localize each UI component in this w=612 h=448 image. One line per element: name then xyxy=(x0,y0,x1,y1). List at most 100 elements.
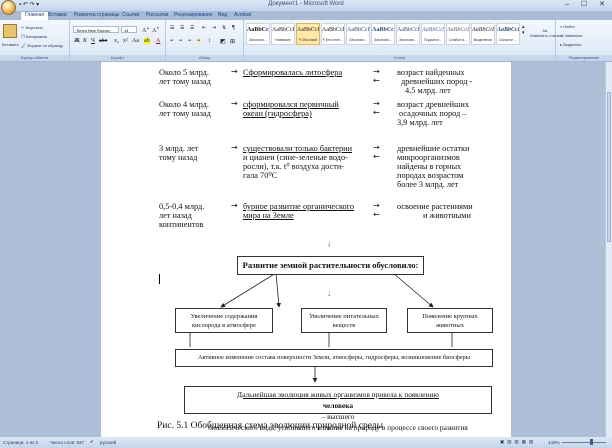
spellcheck-icon[interactable]: ✔ xyxy=(90,439,94,445)
zoom-level[interactable]: 140% xyxy=(548,440,560,445)
paste-icon xyxy=(3,24,17,38)
binoculars-icon: ⌕ xyxy=(560,24,563,29)
font-group-label: Шрифт xyxy=(70,55,165,61)
style-item[interactable]: AaBbCcD Слабое в... xyxy=(446,23,470,45)
office-button[interactable] xyxy=(1,0,16,15)
style-item-selected[interactable]: AaBbCcI ¶ Обычный xyxy=(296,23,320,45)
figure-caption: Рис. 5.1 Обобщенная схема эволюции приро… xyxy=(157,421,384,431)
font-color-icon[interactable]: A xyxy=(156,38,160,44)
bullets-icon[interactable]: ☰ xyxy=(170,25,174,31)
tab-page-layout[interactable]: Разметка страницы xyxy=(74,12,119,18)
view-buttons[interactable]: ▣▤▥▦▧ xyxy=(500,439,536,445)
increase-indent-icon[interactable]: ⇥ xyxy=(212,25,216,31)
vertical-scrollbar[interactable] xyxy=(605,62,612,437)
copy-icon: ❐ xyxy=(21,34,25,39)
status-bar: Страница: 1 из 2 Число слов: 937 ✔ русск… xyxy=(0,437,612,448)
tab-acrobat[interactable]: Acrobat xyxy=(234,12,251,18)
page-count[interactable]: Страница: 1 из 2 xyxy=(3,440,38,445)
tab-home[interactable]: Главная xyxy=(20,11,50,20)
shrink-font-icon[interactable]: A▼ xyxy=(152,26,159,34)
style-item[interactable]: AaBbCcD Выделение xyxy=(471,23,495,45)
change-case-icon[interactable]: Aa xyxy=(132,38,139,44)
title-bar: Документ1 - Microsoft Word ▪ ↶ ↷ ▾ ‒ ☐ ✕ xyxy=(0,0,612,11)
line-spacing-icon[interactable]: ↕ xyxy=(208,38,211,44)
svg-text:↓: ↓ xyxy=(327,289,331,298)
styles-group-label: Стили xyxy=(244,55,555,61)
tab-mailings[interactable]: Рассылки xyxy=(146,12,168,18)
format-painter-button[interactable]: 🖌 Формат по образцу xyxy=(21,43,63,48)
subscript-button[interactable]: x₂ xyxy=(114,38,119,44)
multilevel-list-icon[interactable]: ☰ xyxy=(190,25,194,31)
language-indicator[interactable]: русский xyxy=(100,440,116,445)
effect-box-animals: Появление крупных животных xyxy=(407,308,493,333)
superscript-button[interactable]: x² xyxy=(123,38,128,44)
select-icon: ▸ xyxy=(560,42,563,47)
copy-button[interactable]: ❐ Копировать xyxy=(21,34,47,39)
style-item[interactable]: AaBbCc Заголово... xyxy=(371,23,395,45)
svg-text:↓: ↓ xyxy=(327,239,331,248)
scissors-icon: ✂ xyxy=(21,25,25,30)
brush-icon: 🖌 xyxy=(21,43,27,48)
paste-button[interactable]: Вставить xyxy=(2,42,19,47)
zoom-slider[interactable] xyxy=(562,442,606,443)
align-left-icon[interactable]: ≡ xyxy=(170,38,173,44)
word-count[interactable]: Число слов: 937 xyxy=(50,440,84,445)
style-item[interactable]: AaBbCcI Подзагол... xyxy=(421,23,445,45)
shading-icon[interactable]: ◩ xyxy=(220,38,226,45)
style-item[interactable]: AaBbCcI ¶ Без инте... xyxy=(321,23,345,45)
style-item[interactable]: AaBbCcI Заголово... xyxy=(396,23,420,45)
clipboard-group: Вставить ✂ Вырезать ❐ Копировать 🖌 Форма… xyxy=(0,20,70,61)
ribbon-tabs: Главная Вставка Разметка страницы Ссылки… xyxy=(18,11,612,20)
justify-icon[interactable]: ≡ xyxy=(197,38,201,44)
cut-button[interactable]: ✂ Вырезать xyxy=(21,25,43,30)
underline-button[interactable]: Ч xyxy=(91,38,95,44)
effect-box-nutrients: Увеличение питательных веществ xyxy=(301,308,387,333)
tab-review[interactable]: Рецензирование xyxy=(174,12,213,18)
highlight-icon[interactable]: ab xyxy=(144,38,150,44)
sort-icon[interactable]: ⇅ xyxy=(222,25,226,31)
document-page[interactable]: Около 5 млрд. лет тому назад → Сформирова… xyxy=(101,62,511,437)
align-center-icon[interactable]: ≡ xyxy=(179,38,182,44)
quick-access-toolbar[interactable]: ▪ ↶ ↷ ▾ xyxy=(19,1,39,8)
borders-icon[interactable]: ⊞ xyxy=(230,38,235,45)
scrollbar-thumb[interactable] xyxy=(607,92,611,242)
window-title: Документ1 - Microsoft Word xyxy=(268,1,344,7)
replace-icon: ⇄ xyxy=(560,33,564,38)
replace-button[interactable]: ⇄ Заменить xyxy=(560,33,582,38)
style-item[interactable]: AaBbCcI Название xyxy=(271,23,295,45)
show-marks-icon[interactable]: ¶ xyxy=(232,25,235,31)
styles-group: AaBbCcI Заголово... AaBbCcI Название AaBbC… xyxy=(244,20,560,61)
editing-group: ⌕ Найти ⇄ Заменить ▸ Выделить Редактиров… xyxy=(556,20,612,61)
diagram-connectors: ↓ ↓ xyxy=(189,239,453,383)
main-cause-box: Развитие земной растительности обусловил… xyxy=(237,256,424,275)
tab-view[interactable]: Вид xyxy=(218,12,227,18)
tab-insert[interactable]: Вставка xyxy=(48,12,67,18)
italic-button[interactable]: К xyxy=(83,38,87,44)
font-name-select[interactable]: Times New Roman xyxy=(73,26,119,33)
bold-button[interactable]: Ж xyxy=(74,38,80,44)
editing-group-label: Редактирование xyxy=(556,55,612,61)
surface-change-box: Активное изменение состава поверхности З… xyxy=(175,349,493,367)
zoom-slider-thumb[interactable] xyxy=(590,439,593,445)
font-size-select[interactable]: 14 xyxy=(121,26,137,33)
align-right-icon[interactable]: ≡ xyxy=(188,38,191,44)
font-group: Times New Roman 14 A▲ A▼ Ж К Ч abe x₂ x²… xyxy=(70,20,166,61)
styles-scroll-icon[interactable]: ▴ ▾ xyxy=(522,24,525,36)
evolution-box: Дальнейшая эволюция живых организмов при… xyxy=(184,386,492,432)
grow-font-icon[interactable]: A▲ xyxy=(142,26,149,34)
numbering-icon[interactable]: ☰ xyxy=(180,25,184,31)
window-controls[interactable]: ‒ ☐ ✕ xyxy=(565,0,610,8)
tab-references[interactable]: Ссылки xyxy=(122,12,140,18)
style-item[interactable]: AaBbCcDСильное ... xyxy=(496,23,520,45)
decrease-indent-icon[interactable]: ⇤ xyxy=(202,25,206,31)
strikethrough-button[interactable]: abe xyxy=(99,38,107,44)
select-button[interactable]: ▸ Выделить xyxy=(560,42,582,47)
paragraph-group-label: Абзац xyxy=(166,55,243,61)
style-item[interactable]: AaBbCcI Заголово... xyxy=(346,23,370,45)
style-item[interactable]: AaBbCcI Заголово... xyxy=(246,23,270,45)
effect-box-oxygen: Увеличение содержания кислорода в атмосфе… xyxy=(175,308,273,333)
find-button[interactable]: ⌕ Найти xyxy=(560,24,575,29)
clipboard-group-label: Буфер обмена xyxy=(0,55,69,61)
paragraph-group: ☰ ☰ ☰ ⇤ ⇥ ⇅ ¶ ≡ ≡ ≡ ≡ ↕ ◩ ⊞ Абзац xyxy=(166,20,244,61)
ribbon: Вставить ✂ Вырезать ❐ Копировать 🖌 Форма… xyxy=(0,20,612,62)
